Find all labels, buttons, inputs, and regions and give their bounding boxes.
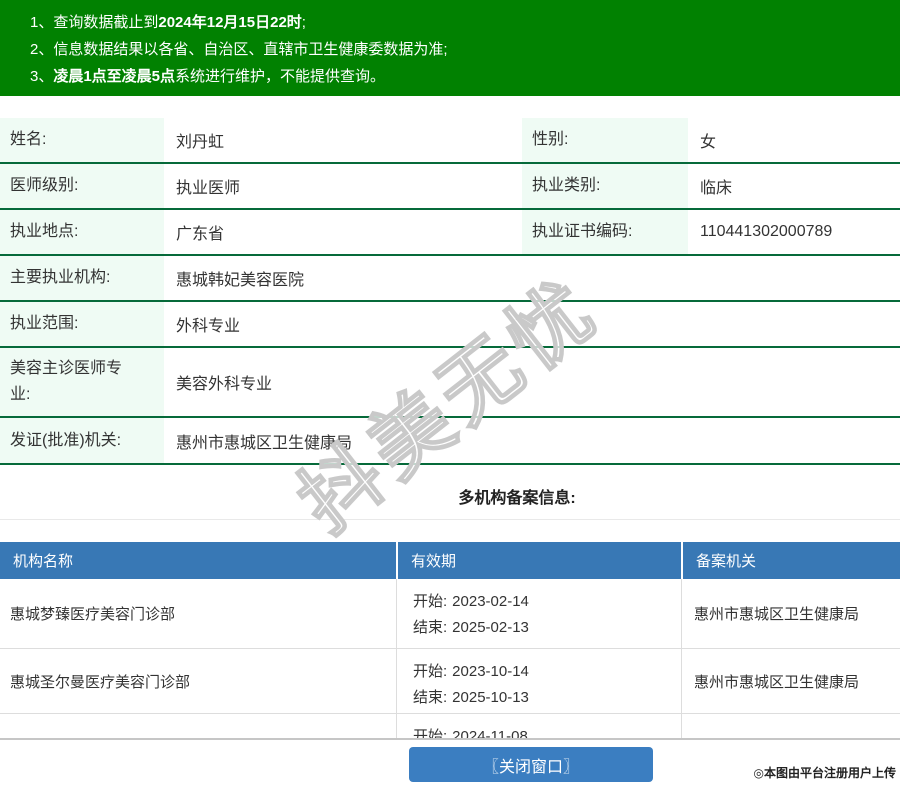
start-label: 开始: <box>413 593 448 610</box>
multi-institution-records-table: 机构名称 有效期 备案机关 惠城梦臻医疗美容门诊部 开始: 2023-02-14 … <box>0 542 900 740</box>
start-label: 开始: <box>413 728 448 740</box>
end-date: 2025-10-13 <box>452 689 529 706</box>
name-value: 刘丹虹 <box>176 134 225 151</box>
notice-1-number: 1、 <box>30 14 54 31</box>
notice-line-1: 1、查询数据截止到2024年12月15日22时; <box>30 9 890 36</box>
table-row: 执业范围: 外科专业 <box>0 302 900 348</box>
cosmetic-specialty-value: 美容外科专业 <box>176 376 273 393</box>
institution-name-cell: 惠城圣尔曼医疗美容门诊部 <box>10 673 191 691</box>
practice-category-label: 执业类别: <box>522 164 688 208</box>
start-date: 2024-11-08 <box>452 728 528 740</box>
practice-scope-value: 外科专业 <box>176 318 241 335</box>
practice-scope-label: 执业范围: <box>0 302 164 346</box>
filing-authority-cell: 惠州市惠城区卫生健康局 <box>681 649 900 713</box>
validity-header: 有效期 <box>396 542 681 579</box>
notice-banner: 1、查询数据截止到2024年12月15日22时; 2、信息数据结果以各省、自治区… <box>0 0 900 96</box>
table-row: 发证(批准)机关: 惠州市惠城区卫生健康局 <box>0 418 900 465</box>
notice-1-bold-date: 2024年12月15日22时 <box>158 14 302 31</box>
start-date: 2023-02-14 <box>452 593 529 610</box>
table-row: 主要执业机构: 惠城韩妃美容医院 <box>0 256 900 302</box>
practice-category-value: 临床 <box>700 180 733 197</box>
table-row: 执业地点: 广东省 执业证书编码: 110441302000789 <box>0 210 900 256</box>
doctor-info-table: 姓名: 刘丹虹 性别: 女 医师级别: 执业医师 执业类别: 临床 执业地点: … <box>0 118 900 465</box>
end-date: 2025-02-13 <box>452 619 529 636</box>
practice-location-label: 执业地点: <box>0 210 164 254</box>
notice-2-text: 信息数据结果以各省、自治区、直辖市卫生健康委数据为准; <box>53 41 448 58</box>
close-window-button[interactable]: 〖关闭窗口〗 <box>409 747 653 782</box>
issuing-authority-label: 发证(批准)机关: <box>0 418 164 463</box>
table-row: 姓名: 刘丹虹 性别: 女 <box>0 118 900 164</box>
institution-name-cell: 惠城梦臻医疗美容门诊部 <box>10 606 176 623</box>
gender-label: 性别: <box>522 118 688 162</box>
filing-authority-cell <box>681 714 900 738</box>
notice-1-punct: ; <box>301 14 306 31</box>
validity-start: 开始: 2023-02-14 <box>413 589 681 615</box>
table-row: 惠城梦臻医疗美容门诊部 开始: 2023-02-14 结束: 2025-02-13 … <box>0 579 900 649</box>
validity-cell: 开始: 2023-02-14 结束: 2025-02-13 <box>396 579 681 648</box>
institution-name-cell <box>0 714 396 738</box>
doctor-level-value: 执业医师 <box>176 180 241 197</box>
main-institution-value: 惠城韩妃美容医院 <box>176 272 305 289</box>
gender-value: 女 <box>700 134 717 151</box>
multi-institution-section-title: 多机构备案信息: <box>458 490 576 507</box>
records-header-row: 机构名称 有效期 备案机关 <box>0 542 900 579</box>
main-institution-label: 主要执业机构: <box>0 256 164 300</box>
name-label: 姓名: <box>0 118 164 162</box>
start-date: 2023-10-14 <box>452 663 529 680</box>
validity-end: 结束: 2025-02-13 <box>413 615 681 641</box>
table-row: 惠城圣尔曼医疗美容门诊部 开始: 2023-10-14 结束: 2025-10-13… <box>0 649 900 714</box>
institution-name-header: 机构名称 <box>13 553 74 570</box>
validity-cell: 开始: 2024-11-08 <box>396 714 681 740</box>
notice-2-number: 2、 <box>30 41 54 58</box>
table-row: 开始: 2024-11-08 <box>0 714 900 740</box>
issuing-authority-value: 惠州市惠城区卫生健康局 <box>176 434 353 452</box>
end-label: 结束: <box>413 689 448 706</box>
end-label: 结束: <box>413 619 448 636</box>
notice-1-text: 查询数据截止到 <box>53 14 159 31</box>
filing-authority-cell: 惠州市惠城区卫生健康局 <box>681 579 900 648</box>
validity-start: 开始: 2023-10-14 <box>413 659 681 685</box>
upload-credit-text: ◎本图由平台注册用户上传 <box>753 766 896 780</box>
notice-line-3: 3、凌晨1点至凌晨5点系统进行维护，不能提供查询。 <box>30 63 890 90</box>
notice-3-text: 系统进行维护，不能提供查询。 <box>175 68 386 85</box>
validity-cell: 开始: 2023-10-14 结束: 2025-10-13 <box>396 649 681 713</box>
certificate-number-value: 110441302000789 <box>700 223 833 240</box>
table-row: 医师级别: 执业医师 执业类别: 临床 <box>0 164 900 210</box>
practice-location-value: 广东省 <box>176 226 225 243</box>
certificate-number-label: 执业证书编码: <box>522 210 688 254</box>
notice-3-number: 3、 <box>30 68 54 85</box>
notice-3-bold-time: 凌晨1点至凌晨5点 <box>53 68 176 85</box>
filing-authority-header: 备案机关 <box>681 542 900 579</box>
start-label: 开始: <box>413 663 448 680</box>
doctor-level-label: 医师级别: <box>0 164 164 208</box>
table-row: 美容主诊医师专业: 美容外科专业 <box>0 348 900 418</box>
validity-end: 结束: 2025-10-13 <box>413 685 681 711</box>
section-divider <box>0 519 900 520</box>
notice-line-2: 2、信息数据结果以各省、自治区、直辖市卫生健康委数据为准; <box>30 36 890 63</box>
cosmetic-specialty-label: 美容主诊医师专业: <box>0 348 164 416</box>
validity-start: 开始: 2024-11-08 <box>413 724 681 740</box>
